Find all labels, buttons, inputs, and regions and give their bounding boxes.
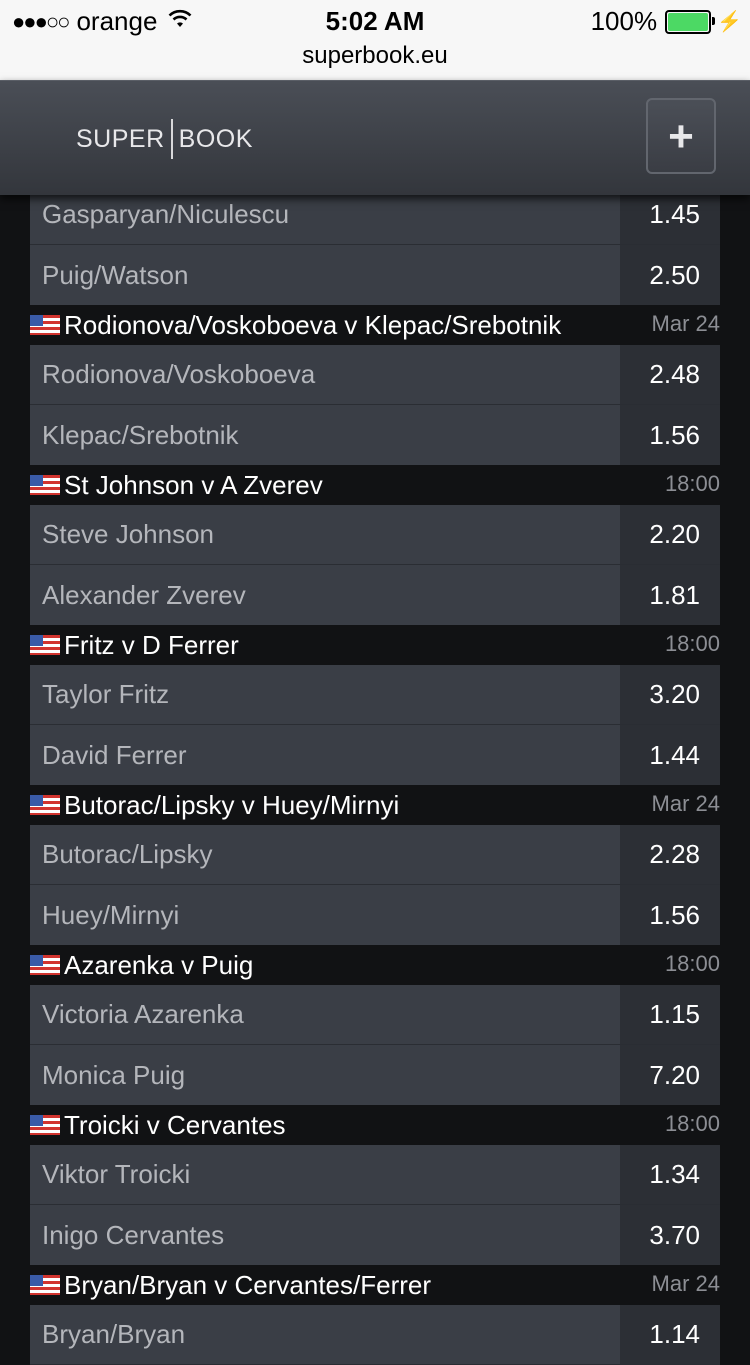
odds-button[interactable]: 3.70 [620,1205,720,1265]
selection-name: Butorac/Lipsky [42,839,213,869]
us-flag-icon [30,1115,60,1135]
event-time: 18:00 [664,471,720,496]
odds-button[interactable]: 7.20 [620,1045,720,1105]
selection-row[interactable]: Rodionova/Voskoboeva 2.48 [30,345,720,405]
logo-text-left: SUPER [76,124,165,153]
battery-percent: 100% [590,6,658,36]
selection-row[interactable]: Inigo Cervantes 3.70 [30,1205,720,1265]
us-flag-icon [30,1275,60,1295]
odds-button[interactable]: 3.20 [620,665,720,724]
selection-row[interactable]: Steve Johnson 2.20 [30,505,720,565]
selection-row[interactable]: Alexander Zverev 1.81 [30,565,720,625]
event-title: Butorac/Lipsky v Huey/Mirnyi [64,789,400,820]
odds-button[interactable]: 1.56 [620,405,720,465]
selection-name: Steve Johnson [42,519,215,549]
odds-button[interactable]: 1.14 [620,1305,720,1364]
odds-button[interactable]: 1.56 [620,885,720,945]
event-list: Gasparyan/Niculescu 1.45 Puig/Watson 2.5… [30,185,720,1365]
event-header[interactable]: Rodionova/Voskoboeva v Klepac/Srebotnik … [30,305,720,345]
odds-button[interactable]: 1.81 [620,565,720,625]
selection-row[interactable]: Puig/Watson 2.50 [30,245,720,305]
app-header: SUPER BOOK + [0,80,750,195]
us-flag-icon [30,315,60,335]
add-button[interactable]: + [646,98,716,174]
event-title: Azarenka v Puig [64,949,254,980]
selection-row[interactable]: Butorac/Lipsky 2.28 [30,825,720,885]
event-header[interactable]: Bryan/Bryan v Cervantes/Ferrer Mar 24 [30,1265,720,1305]
selection-row[interactable]: Klepac/Srebotnik 1.56 [30,405,720,465]
superbook-logo[interactable]: SUPER BOOK [76,119,253,159]
event-time: 18:00 [664,1111,720,1136]
event-header[interactable]: Azarenka v Puig 18:00 [30,945,720,985]
event-title: Rodionova/Voskoboeva v Klepac/Srebotnik [64,309,562,340]
status-bar: ●●●○○ orange 5:02 AM 100% ⚡ superbook.eu [0,0,750,80]
us-flag-icon [30,475,60,495]
selection-row[interactable]: Monica Puig 7.20 [30,1045,720,1105]
event-time: Mar 24 [651,1271,720,1296]
event-header[interactable]: St Johnson v A Zverev 18:00 [30,465,720,505]
event-header[interactable]: Troicki v Cervantes 18:00 [30,1105,720,1145]
selection-name: Alexander Zverev [42,579,246,610]
odds-button[interactable]: 1.15 [620,985,720,1044]
selection-row[interactable]: Taylor Fritz 3.20 [30,665,720,725]
selection-name: Taylor Fritz [42,679,170,709]
selection-name: Viktor Troicki [42,1159,191,1189]
selection-row[interactable]: Viktor Troicki 1.34 [30,1145,720,1205]
odds-button[interactable]: 1.34 [620,1145,720,1204]
battery-info: 100% ⚡ [591,6,742,37]
selection-name: Inigo Cervantes [42,1219,225,1250]
logo-text-right: BOOK [178,124,253,153]
selection-name: Klepac/Srebotnik [42,419,239,450]
url-bar[interactable]: superbook.eu [0,42,750,70]
odds-button[interactable]: 2.20 [620,505,720,564]
selection-name: Huey/Mirnyi [42,899,180,930]
us-flag-icon [30,955,60,975]
battery-icon [665,9,716,34]
event-title: Bryan/Bryan v Cervantes/Ferrer [64,1269,432,1300]
event-time: Mar 24 [651,791,720,816]
selection-name: Puig/Watson [42,259,189,290]
odds-button[interactable]: 2.50 [620,245,720,305]
event-time: 18:00 [664,951,720,976]
event-title: Fritz v D Ferrer [64,629,239,660]
selection-name: Monica Puig [42,1059,186,1090]
us-flag-icon [30,635,60,655]
selection-name: Bryan/Bryan [42,1319,186,1349]
event-header[interactable]: Fritz v D Ferrer 18:00 [30,625,720,665]
selection-name: Victoria Azarenka [42,999,244,1029]
event-header[interactable]: Butorac/Lipsky v Huey/Mirnyi Mar 24 [30,785,720,825]
odds-button[interactable]: 2.28 [620,825,720,884]
selection-name: David Ferrer [42,739,187,770]
selection-row[interactable]: Huey/Mirnyi 1.56 [30,885,720,945]
us-flag-icon [30,795,60,815]
event-title: St Johnson v A Zverev [64,469,323,500]
selection-row[interactable]: David Ferrer 1.44 [30,725,720,785]
selection-row[interactable]: Bryan/Bryan 1.14 [30,1305,720,1365]
odds-button[interactable]: 1.44 [620,725,720,785]
event-time: Mar 24 [651,311,720,336]
selection-row[interactable]: Victoria Azarenka 1.15 [30,985,720,1045]
charging-icon: ⚡ [717,11,742,33]
event-time: 18:00 [664,631,720,656]
odds-button[interactable]: 2.48 [620,345,720,404]
event-title: Troicki v Cervantes [64,1109,286,1140]
logo-divider [170,119,173,159]
selection-name: Rodionova/Voskoboeva [42,359,316,389]
